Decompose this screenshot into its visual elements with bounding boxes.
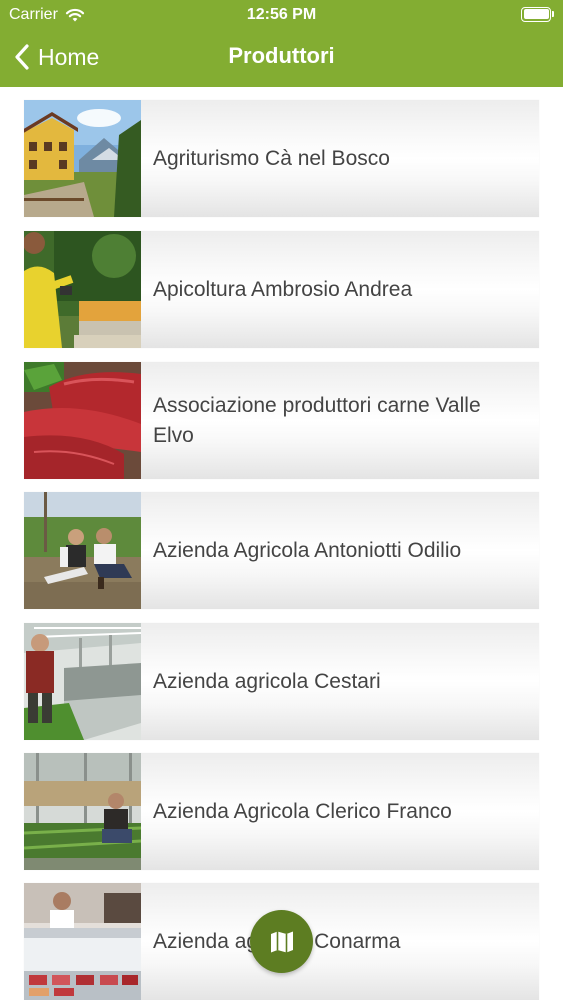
producer-row[interactable]: Azienda agricola Cestari (24, 623, 539, 740)
producer-row[interactable]: Apicoltura Ambrosio Andrea (24, 231, 539, 348)
producer-name: Azienda Agricola Antoniotti Odilio (153, 538, 462, 562)
status-time: 12:56 PM (246, 6, 317, 23)
battery-icon (521, 6, 555, 22)
raw-meat-photo (24, 362, 141, 479)
map-button[interactable] (250, 910, 313, 973)
status-bar: Carrier 12:56 PM (0, 0, 563, 30)
producer-row[interactable]: Azienda Agricola Antoniotti Odilio (24, 492, 539, 609)
farmers-on-grass-photo (24, 492, 141, 609)
producer-name: Agriturismo Cà nel Bosco (153, 146, 390, 170)
producer-name: Apicoltura Ambrosio Andrea (153, 277, 413, 301)
producer-row[interactable]: Azienda Agricola Clerico Franco (24, 753, 539, 870)
map-icon (270, 931, 293, 952)
navigation-header: Carrier 12:56 PM Home Produttori (0, 0, 563, 87)
producer-row[interactable]: Agriturismo Cà nel Bosco (24, 100, 539, 217)
page-title: Produttori (228, 43, 335, 68)
beekeeper-photo (24, 231, 141, 348)
butcher-shop-photo (24, 883, 141, 1000)
producer-name: Azienda agricola Conarma (153, 929, 401, 953)
greenhouse-kneeling-photo (24, 753, 141, 870)
producer-name: Azienda agricola Cestari (153, 669, 381, 693)
producer-name: Associazione produttori carne Valle Elvo (153, 393, 481, 447)
greenhouse-farmer-photo (24, 623, 141, 740)
producer-list[interactable]: Agriturismo Cà nel Bosco Apicoltura Ambr… (0, 87, 563, 1000)
producer-name: Azienda Agricola Clerico Franco (153, 799, 452, 823)
farmhouse-photo (24, 100, 141, 217)
producer-row[interactable]: Associazione produttori carne Valle Elvo (24, 362, 539, 479)
